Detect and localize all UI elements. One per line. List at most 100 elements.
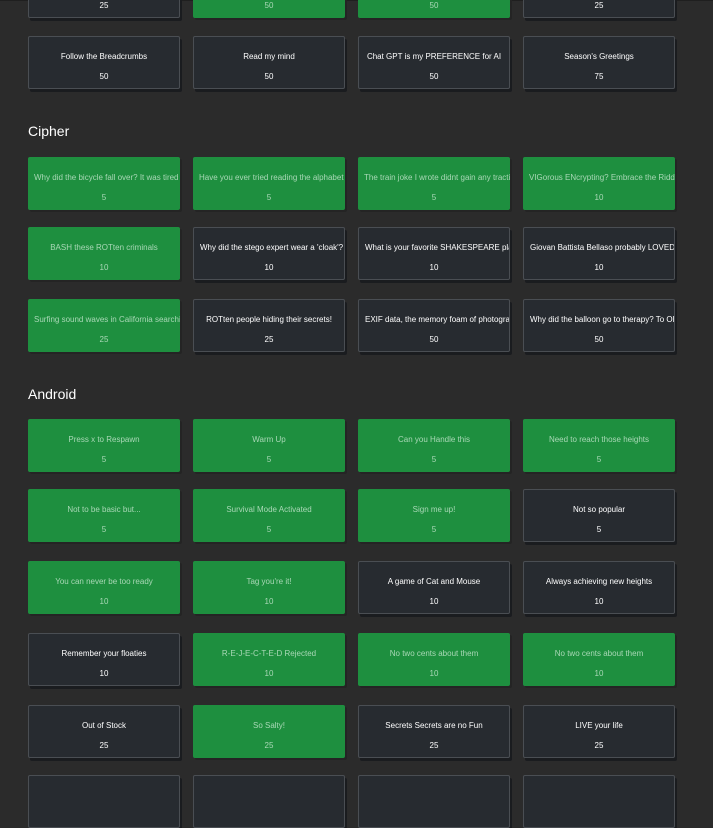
challenge-card[interactable]: Sign me up! 5 [358, 489, 510, 542]
challenge-card[interactable]: A game of Cat and Mouse 10 [358, 561, 510, 614]
challenge-card[interactable]: No two cents about them 10 [523, 633, 675, 686]
challenge-points: 10 [429, 669, 439, 678]
challenge-title: Why did the balloon go to therapy? To OP… [530, 315, 675, 324]
challenge-title: Survival Mode Activated [226, 505, 312, 514]
challenge-points: 10 [594, 597, 604, 606]
challenge-points: 50 [264, 72, 274, 81]
challenge-points: 25 [264, 335, 274, 344]
challenge-points: 10 [594, 193, 604, 202]
challenge-card[interactable]: Surfing sound waves in California search… [28, 299, 180, 352]
challenge-card[interactable]: Survival Mode Activated 5 [193, 489, 345, 542]
challenge-points: 50 [429, 335, 439, 344]
challenge-points: 5 [596, 525, 602, 534]
challenge-points: 5 [101, 193, 107, 202]
challenge-card[interactable]: Follow the Breadcrumbs 50 [28, 36, 180, 89]
challenge-title: No two cents about them [389, 649, 479, 658]
challenge-title: Press x to Respawn [68, 435, 140, 444]
challenge-title: Always achieving new heights [545, 577, 653, 586]
challenge-card[interactable]: Secrets Secrets are no Fun 25 [358, 705, 510, 758]
challenge-card[interactable]: Read my mind 50 [193, 36, 345, 89]
challenge-title: Giovan Battista Bellaso probably LOVED p [530, 243, 675, 252]
challenge-card[interactable]: Why did the balloon go to therapy? To OP… [523, 299, 675, 352]
challenge-card[interactable]: Have you ever tried reading the alphabet… [193, 157, 345, 210]
challenge-points: 25 [99, 741, 109, 750]
challenge-title: Read my mind [243, 52, 295, 61]
challenge-points: 10 [594, 263, 604, 272]
challenge-card[interactable]: The train joke I wrote didnt gain any tr… [358, 157, 510, 210]
challenge-points: 25 [429, 741, 439, 750]
challenge-title: A game of Cat and Mouse [387, 577, 481, 586]
challenge-title: VIGorous ENcrypting? Embrace the Riddle [529, 173, 675, 182]
challenge-card[interactable]: What is your favorite SHAKESPEARE play 1… [358, 227, 510, 280]
challenge-points: 10 [429, 263, 439, 272]
challenge-title: Can you Handle this [397, 435, 471, 444]
challenge-card[interactable]: Remember your floaties 10 [28, 633, 180, 686]
challenge-points: 5 [101, 455, 107, 464]
section-title-cipher: Cipher [28, 123, 70, 139]
challenge-title: Secrets Secrets are no Fun [385, 721, 483, 730]
challenge-points: 50 [429, 1, 439, 10]
challenge-points: 5 [431, 455, 437, 464]
challenge-title: What is your favorite SHAKESPEARE play [365, 243, 510, 252]
challenge-card[interactable]: Warm Up 5 [193, 419, 345, 472]
challenge-card[interactable] [193, 775, 345, 828]
challenge-card[interactable]: LIVE your life 25 [523, 705, 675, 758]
challenge-card[interactable]: Not to be basic but... 5 [28, 489, 180, 542]
challenge-card[interactable]: EXIF data, the memory foam of photograp … [358, 299, 510, 352]
challenge-title: Not so popular [572, 505, 626, 514]
challenge-title: LIVE your life [575, 721, 623, 730]
challenge-title: You can never be too ready [55, 577, 153, 586]
challenge-points: 10 [99, 263, 109, 272]
challenge-card[interactable]: Always achieving new heights 10 [523, 561, 675, 614]
challenge-title: The train joke I wrote didnt gain any tr… [364, 173, 510, 182]
challenge-points: 5 [266, 455, 272, 464]
challenge-card[interactable]: Giovan Battista Bellaso probably LOVED p… [523, 227, 675, 280]
challenge-points: 10 [594, 669, 604, 678]
challenge-card[interactable]: BASH these ROTten criminals 10 [28, 227, 180, 280]
section-title-android: Android [28, 386, 77, 402]
challenge-points: 25 [594, 741, 604, 750]
challenge-title: Surfing sound waves in California search… [34, 315, 180, 324]
challenge-points: 10 [99, 597, 109, 606]
challenge-points: 50 [429, 72, 439, 81]
challenge-card[interactable]: 25 [523, 0, 675, 18]
challenge-points: 5 [266, 525, 272, 534]
challenge-card[interactable] [523, 775, 675, 828]
challenge-card[interactable]: You can never be too ready 10 [28, 561, 180, 614]
challenge-points: 5 [101, 525, 107, 534]
challenge-card[interactable]: Press x to Respawn 5 [28, 419, 180, 472]
challenge-card[interactable]: No two cents about them 10 [358, 633, 510, 686]
challenge-card[interactable]: Not so popular 5 [523, 489, 675, 542]
challenge-points: 10 [264, 669, 274, 678]
challenge-card[interactable]: Season's Greetings 75 [523, 36, 675, 89]
challenge-title: R-E-J-E-C-T-E-D Rejected [221, 649, 317, 658]
challenge-card[interactable]: 50 [193, 0, 345, 18]
challenge-points: 25 [99, 335, 109, 344]
challenge-card[interactable]: VIGorous ENcrypting? Embrace the Riddle … [523, 157, 675, 210]
challenge-card[interactable]: 50 [358, 0, 510, 18]
challenge-title: Not to be basic but... [67, 505, 141, 514]
challenge-card[interactable] [28, 775, 180, 828]
challenge-card[interactable]: Why did the bicycle fall over? It was ti… [28, 157, 180, 210]
challenge-card[interactable]: Why did the stego expert wear a 'cloak'?… [193, 227, 345, 280]
challenge-title: Have you ever tried reading the alphabet… [199, 173, 345, 182]
challenge-card[interactable]: ROTten people hiding their secrets! 25 [193, 299, 345, 352]
challenge-card[interactable] [358, 775, 510, 828]
challenge-card[interactable]: 25 [28, 0, 180, 18]
challenge-points: 10 [429, 597, 439, 606]
challenge-card[interactable]: So Salty! 25 [193, 705, 345, 758]
challenge-card[interactable]: Chat GPT is my PREFERENCE for AI 50 [358, 36, 510, 89]
challenge-title: Warm Up [252, 435, 286, 444]
challenge-points: 5 [431, 525, 437, 534]
challenge-card[interactable]: Can you Handle this 5 [358, 419, 510, 472]
challenge-points: 50 [264, 1, 274, 10]
challenge-points: 10 [99, 669, 109, 678]
challenge-card[interactable]: R-E-J-E-C-T-E-D Rejected 10 [193, 633, 345, 686]
challenge-title: So Salty! [252, 721, 285, 730]
challenge-card[interactable]: Tag you're it! 10 [193, 561, 345, 614]
challenge-title: Tag you're it! [246, 577, 292, 586]
challenge-card[interactable]: Need to reach those heights 5 [523, 419, 675, 472]
challenge-title: EXIF data, the memory foam of photograp [365, 315, 510, 324]
challenge-card[interactable]: Out of Stock 25 [28, 705, 180, 758]
challenge-points: 75 [594, 72, 604, 81]
